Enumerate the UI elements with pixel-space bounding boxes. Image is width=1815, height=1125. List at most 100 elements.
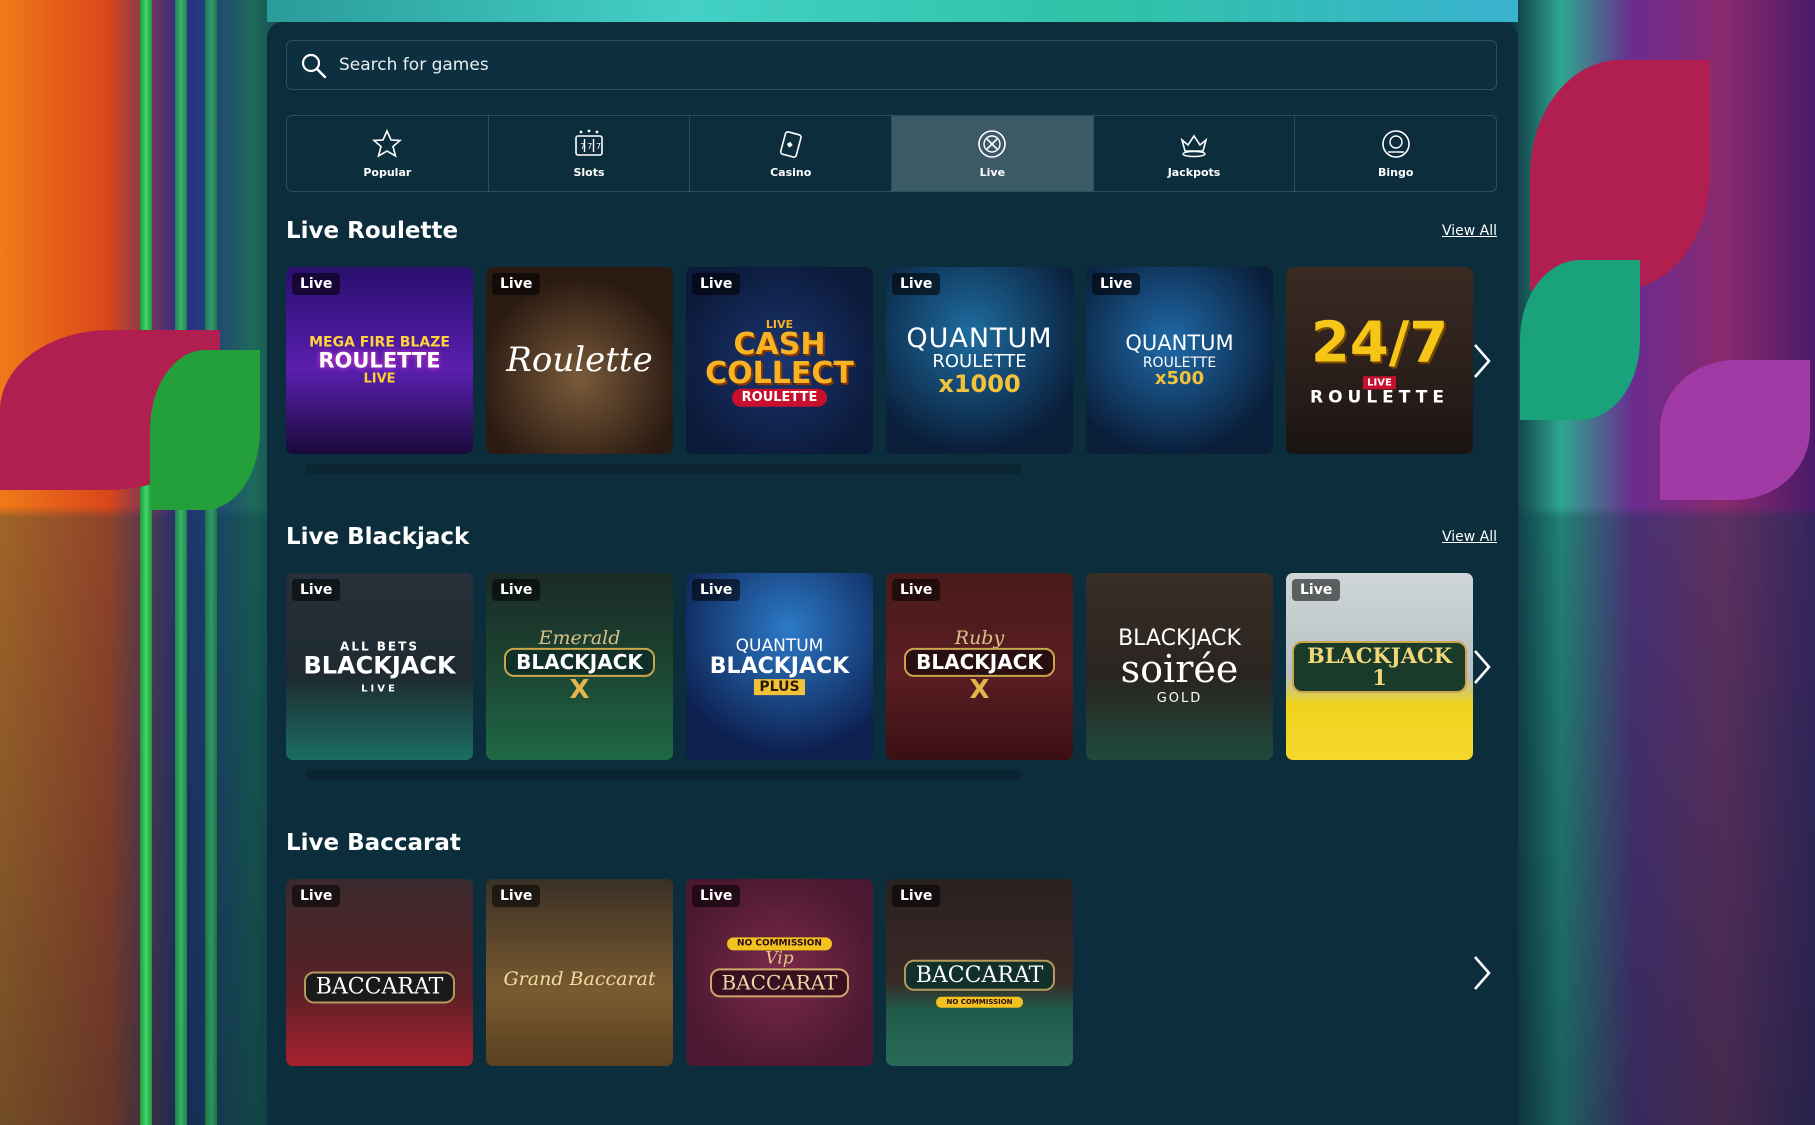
horizontal-scrollbar[interactable] [306, 464, 1021, 474]
bamboo-decoration [205, 0, 217, 1125]
game-title: ALL BETS BLACKJACK LIVE [303, 639, 456, 696]
game-card[interactable]: Live QUANTUM ROULETTE x1000 [886, 267, 1073, 454]
game-card[interactable]: Live BACCARAT [286, 879, 473, 1066]
view-all-link[interactable]: View All [1442, 223, 1497, 239]
tab-label: Popular [363, 166, 412, 179]
bamboo-decoration [140, 0, 152, 1125]
game-card[interactable]: BLACKJACK soirée GOLD [1086, 573, 1273, 760]
tab-label: Jackpots [1167, 166, 1221, 179]
view-all-link[interactable]: View All [1442, 529, 1497, 545]
game-title: QUANTUM BLACKJACK PLUS [709, 635, 850, 696]
tab-label: Bingo [1377, 166, 1414, 179]
game-title: Ruby BLACKJACK X [886, 627, 1073, 704]
leaf-decoration [1520, 260, 1640, 420]
tab-live[interactable]: Live [892, 116, 1094, 191]
live-badge: Live [1292, 579, 1341, 601]
game-card[interactable]: Live QUANTUM BLACKJACK PLUS [686, 573, 873, 760]
leaf-decoration [1530, 60, 1710, 290]
section-title: Live Blackjack [286, 524, 470, 550]
tab-label: Live [979, 166, 1006, 179]
game-card[interactable]: Live MEGA FIRE BLAZE ROULETTE LIVE [286, 267, 473, 454]
game-title: Emerald BLACKJACK X [486, 627, 673, 704]
bamboo-decoration [175, 0, 187, 1125]
search-bar[interactable] [286, 40, 1497, 90]
tab-bingo[interactable]: Bingo [1295, 116, 1496, 191]
horizontal-scrollbar[interactable] [306, 770, 1021, 780]
sky-strip [267, 0, 1518, 22]
roulette-chip-icon [978, 130, 1007, 158]
game-row: Live MEGA FIRE BLAZE ROULETTE LIVE Live … [286, 267, 1497, 454]
game-title: BLACKJACK 1 [1286, 640, 1473, 693]
game-title: BACCARAT [286, 971, 473, 1003]
svg-text:7: 7 [596, 142, 601, 151]
games-panel: Popular 777 Slots Casino Live Jackpots B… [267, 22, 1518, 1125]
search-input[interactable] [339, 55, 1496, 75]
live-badge: Live [692, 273, 741, 295]
game-title: Roulette [506, 339, 653, 380]
section-live-roulette: Live Roulette View All Live MEGA FIRE BL… [286, 218, 1497, 478]
live-badge: Live [892, 273, 941, 295]
next-arrow-button[interactable] [1471, 573, 1491, 760]
game-title: Grand Baccarat [503, 968, 656, 990]
tab-label: Casino [770, 166, 812, 179]
section-title: Live Roulette [286, 218, 459, 244]
svg-text:7: 7 [580, 142, 585, 151]
live-badge: Live [492, 273, 541, 295]
live-badge: Live [892, 579, 941, 601]
game-card[interactable]: Live QUANTUM ROULETTE x500 [1086, 267, 1273, 454]
live-badge: Live [492, 579, 541, 601]
game-card[interactable]: 24/7 LIVE ROULETTE [1286, 267, 1473, 454]
game-title: BACCARAT NO COMMISSION [886, 959, 1073, 1008]
game-card[interactable]: Live BACCARAT NO COMMISSION [886, 879, 1073, 1066]
game-title: 24/7 LIVE ROULETTE [1310, 309, 1449, 408]
live-badge: Live [892, 885, 941, 907]
game-card[interactable]: Live Ruby BLACKJACK X [886, 573, 1073, 760]
game-row: Live BACCARAT Live Grand Baccarat Live N… [286, 879, 1497, 1066]
section-live-baccarat: Live Baccarat Live BACCARAT Live Grand B… [286, 830, 1497, 1090]
tab-popular[interactable]: Popular [287, 116, 489, 191]
leaf-decoration [150, 350, 260, 510]
crown-icon [1180, 134, 1208, 158]
live-badge: Live [492, 885, 541, 907]
game-title: NO COMMISSION Vip BACCARAT [686, 932, 873, 998]
section-live-blackjack: Live Blackjack View All Live ALL BETS BL… [286, 524, 1497, 784]
chevron-right-icon [1474, 955, 1491, 990]
live-badge: Live [692, 885, 741, 907]
bingo-ball-icon [1381, 130, 1410, 158]
game-card[interactable]: Live LIVE CASH COLLECT ROULETTE [686, 267, 873, 454]
next-arrow-button[interactable] [1471, 879, 1491, 1066]
live-badge: Live [1092, 273, 1141, 295]
section-title: Live Baccarat [286, 830, 461, 856]
tab-label: Slots [573, 166, 605, 179]
game-title: LIVE CASH COLLECT ROULETTE [705, 317, 854, 407]
game-card[interactable]: Live NO COMMISSION Vip BACCARAT [686, 879, 873, 1066]
chevron-right-icon [1474, 343, 1491, 378]
game-title: MEGA FIRE BLAZE ROULETTE LIVE [309, 333, 450, 387]
category-tabs: Popular 777 Slots Casino Live Jackpots B… [286, 115, 1497, 192]
game-card[interactable]: Live ALL BETS BLACKJACK LIVE [286, 573, 473, 760]
live-badge: Live [292, 579, 341, 601]
game-card[interactable]: Live Grand Baccarat [486, 879, 673, 1066]
tab-slots[interactable]: 777 Slots [489, 116, 691, 191]
leaf-decoration [0, 330, 220, 490]
game-row: Live ALL BETS BLACKJACK LIVE Live Emeral… [286, 573, 1497, 760]
live-badge: Live [692, 579, 741, 601]
live-badge: Live [292, 885, 341, 907]
game-card[interactable]: Live BLACKJACK 1 [1286, 573, 1473, 760]
game-title: QUANTUM ROULETTE x1000 [906, 322, 1053, 398]
game-card[interactable]: Live Roulette [486, 267, 673, 454]
cards-icon [779, 131, 802, 158]
star-icon [372, 129, 403, 158]
slot-machine-icon: 777 [575, 129, 603, 156]
live-badge: Live [292, 273, 341, 295]
chevron-right-icon [1474, 649, 1491, 684]
svg-text:7: 7 [587, 142, 592, 151]
search-icon [301, 53, 327, 79]
tab-casino[interactable]: Casino [690, 116, 893, 191]
game-title: BLACKJACK soirée GOLD [1118, 625, 1241, 707]
game-title: QUANTUM ROULETTE x500 [1125, 330, 1234, 390]
leaf-decoration [1660, 360, 1810, 500]
game-card[interactable]: Live Emerald BLACKJACK X [486, 573, 673, 760]
next-arrow-button[interactable] [1471, 267, 1491, 454]
tab-jackpots[interactable]: Jackpots [1094, 116, 1296, 191]
